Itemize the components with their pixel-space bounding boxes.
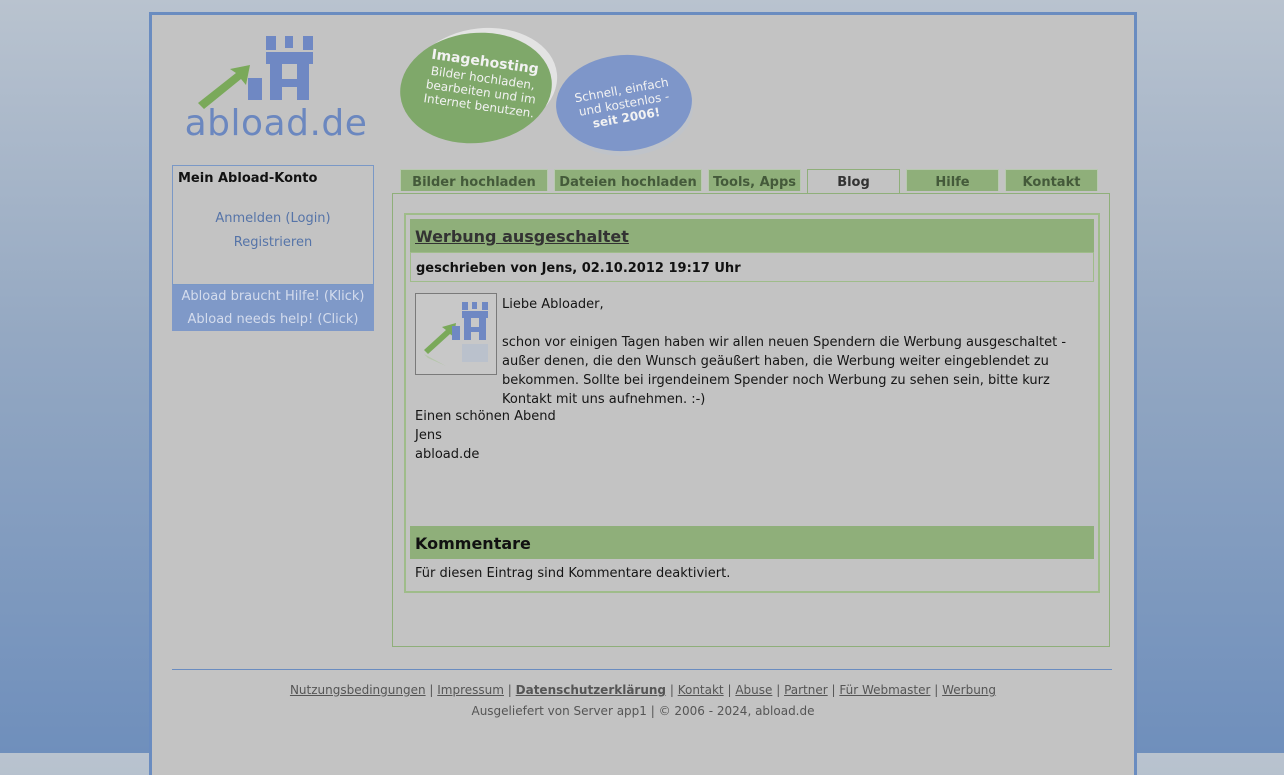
footer-divider	[172, 669, 1112, 670]
logo-text: abload.de	[184, 103, 368, 144]
help-box: Abload braucht Hilfe! (Klick) Abload nee…	[172, 285, 374, 331]
footer-link-kontakt[interactable]: Kontakt	[678, 683, 724, 697]
footer-link-abuse[interactable]: Abuse	[735, 683, 772, 697]
post-meta: geschrieben von Jens, 02.10.2012 19:17 U…	[416, 261, 741, 276]
help-link-en[interactable]: Abload needs help! (Click)	[172, 312, 374, 327]
post-image	[415, 293, 497, 375]
footer-link-impressum[interactable]: Impressum	[437, 683, 504, 697]
post-body: schon vor einigen Tagen haben wir allen …	[502, 335, 1067, 407]
post-closing: Einen schönen Abend	[415, 409, 556, 424]
post-signature-name: Jens	[415, 428, 442, 443]
comments-disabled-text: Für diesen Eintrag sind Kommentare deakt…	[415, 566, 731, 581]
tab-kontakt[interactable]: Kontakt	[1005, 169, 1098, 191]
footer-link-webmaster[interactable]: Für Webmaster	[839, 683, 930, 697]
comments-title: Kommentare	[415, 534, 531, 553]
tab-bilder-hochladen[interactable]: Bilder hochladen	[400, 169, 548, 191]
footer-link-partner[interactable]: Partner	[784, 683, 828, 697]
post-greeting: Liebe Abloader,	[502, 297, 604, 312]
footer-server-info: Ausgeliefert von Server app1 | © 2006 - …	[471, 704, 815, 718]
tab-dateien-hochladen[interactable]: Dateien hochladen	[554, 169, 702, 191]
footer-link-nutzungsbedingungen[interactable]: Nutzungsbedingungen	[290, 683, 426, 697]
footer-link-werbung[interactable]: Werbung	[942, 683, 996, 697]
tab-hilfe[interactable]: Hilfe	[906, 169, 999, 191]
login-link[interactable]: Anmelden (Login)	[173, 211, 373, 226]
help-link-de[interactable]: Abload braucht Hilfe! (Klick)	[172, 289, 374, 304]
footer-links: Nutzungsbedingungen | Impressum | Datens…	[289, 683, 997, 697]
account-box-title: Mein Abload-Konto	[178, 171, 318, 186]
page-container: abload.de Imagehosting Bilder hochladen,…	[149, 12, 1137, 775]
register-link[interactable]: Registrieren	[173, 235, 373, 250]
footer-link-datenschutz[interactable]: Datenschutzerklärung	[516, 683, 666, 697]
tab-tools-apps[interactable]: Tools, Apps	[708, 169, 801, 191]
post-title[interactable]: Werbung ausgeschaltet	[415, 227, 629, 246]
content-frame-top	[392, 193, 1110, 194]
tab-blog[interactable]: Blog	[807, 169, 900, 194]
post-signature-site: abload.de	[415, 447, 480, 462]
post-logo-icon	[424, 302, 488, 366]
account-box: Mein Abload-Konto Anmelden (Login) Regis…	[172, 165, 374, 285]
